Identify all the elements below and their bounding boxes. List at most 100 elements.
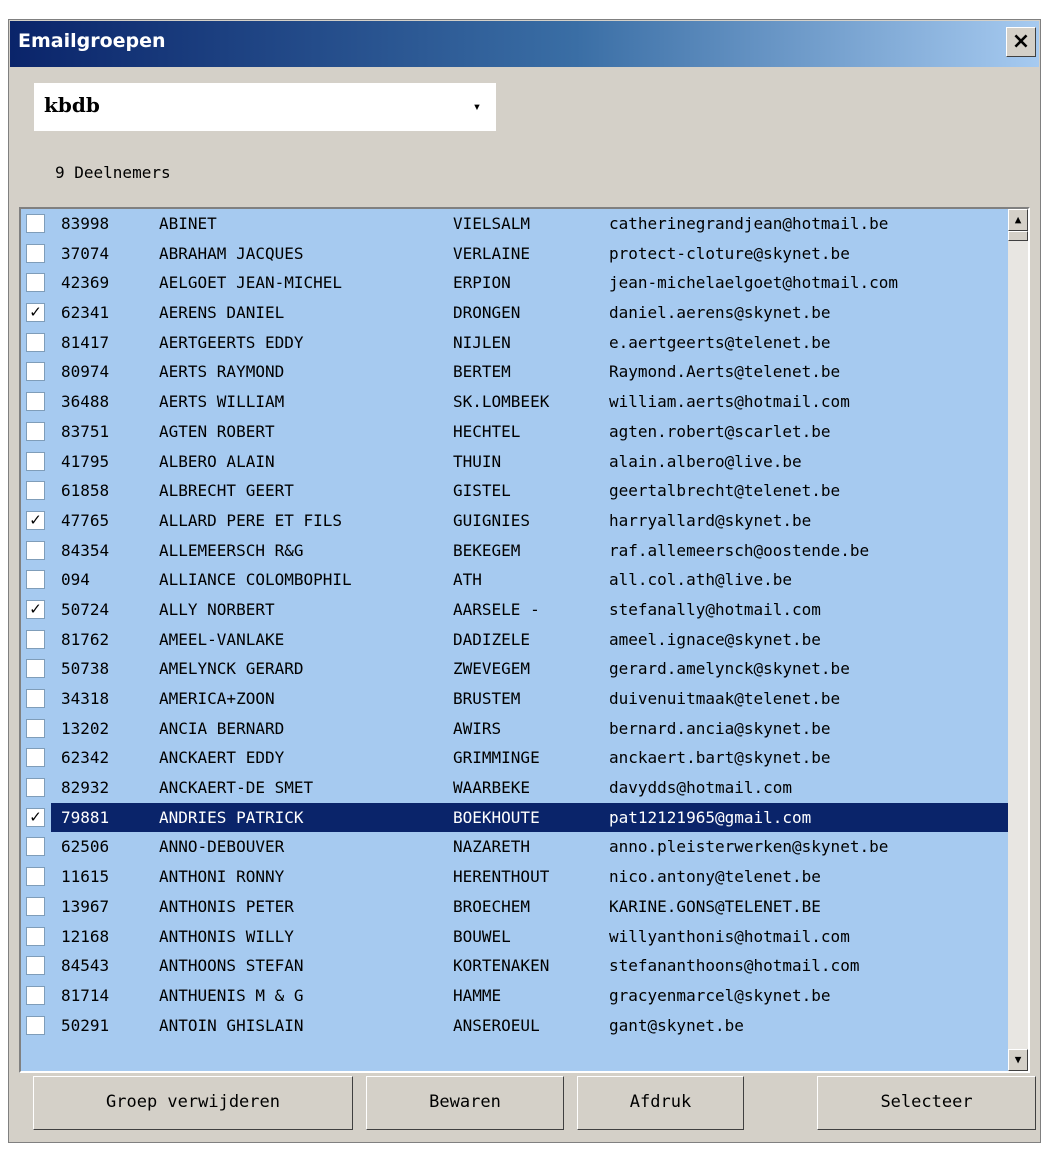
participant-number: 79881 [61, 807, 110, 827]
participant-row[interactable]: 13967 ANTHONIS PETER BROECHEM KARINE.GONS@T… [21, 892, 1008, 922]
participant-row[interactable]: 81417 AERTGEERTS EDDY NIJLEN e.aertgeerts@t… [21, 328, 1008, 358]
participant-row[interactable]: 84543 ANTHOONS STEFAN KORTENAKEN stefananth… [21, 951, 1008, 981]
participant-email: anckaert.bart@skynet.be [609, 748, 831, 768]
participant-town: AWIRS [453, 718, 502, 738]
participant-email: Raymond.Aerts@telenet.be [609, 362, 841, 382]
participant-row[interactable]: 84354 ALLEMEERSCH R&G BEKEGEM raf.allemeers… [21, 536, 1008, 566]
participant-row[interactable]: 34318 AMERICA+ZOON BRUSTEM duivenuitmaak@te… [21, 684, 1008, 714]
participant-checkbox[interactable]: ✓ [26, 510, 45, 530]
participant-row[interactable]: 62342 ANCKAERT EDDY GRIMMINGE anckaert.bart… [21, 743, 1008, 773]
scroll-up-icon[interactable]: ▲ [1008, 209, 1028, 231]
participant-number: 12168 [61, 926, 110, 946]
delete-group-button[interactable]: Groep verwijderen [33, 1076, 353, 1130]
participant-checkbox[interactable] [26, 540, 45, 560]
participant-row[interactable]: 11615 ANTHONI RONNY HERENTHOUT nico.antony@… [21, 862, 1008, 892]
participant-checkbox[interactable] [26, 392, 45, 412]
participant-checkbox[interactable] [26, 421, 45, 441]
participant-row[interactable]: 36488 AERTS WILLIAM SK.LOMBEEK william.aert… [21, 387, 1008, 417]
participant-row[interactable]: ✓ 79881 ANDRIES PATRICK BOEKHOUTE pat1212196… [21, 802, 1008, 833]
participant-checkbox[interactable] [26, 689, 45, 708]
participant-row[interactable]: 62506 ANNO-DEBOUVER NAZARETH anno.pleisterw… [21, 832, 1008, 862]
scroll-thumb[interactable] [1008, 231, 1028, 241]
participant-row[interactable]: 41795 ALBERO ALAIN THUIN alain.albero@live.… [21, 447, 1008, 477]
participant-name: AGTEN ROBERT [159, 421, 275, 441]
print-button[interactable]: Afdruk [577, 1076, 744, 1130]
save-button[interactable]: Bewaren [366, 1076, 564, 1130]
participant-email: protect-cloture@skynet.be [609, 243, 850, 263]
participant-town: DADIZELE [453, 629, 531, 649]
close-icon[interactable]: × [1006, 27, 1036, 57]
participant-row[interactable]: 61858 ALBRECHT GEERT GISTEL geertalbrecht@t… [21, 476, 1008, 506]
participant-checkbox[interactable] [26, 926, 45, 946]
scroll-down-icon[interactable]: ▼ [1008, 1049, 1028, 1071]
participant-row[interactable]: 50291 ANTOIN GHISLAIN ANSEROEUL gant@skynet… [21, 1011, 1008, 1041]
participant-checkbox[interactable] [26, 481, 45, 501]
participant-row[interactable]: 50738 AMELYNCK GERARD ZWEVEGEM gerard.amely… [21, 654, 1008, 684]
participant-row[interactable]: 81762 AMEEL-VANLAKE DADIZELE ameel.ignace@s… [21, 625, 1008, 655]
participant-checkbox[interactable] [26, 273, 45, 293]
participant-checkbox[interactable] [26, 718, 45, 738]
participant-row[interactable]: 82932 ANCKAERT-DE SMET WAARBEKE davydds@hot… [21, 773, 1008, 803]
participant-row[interactable]: 12168 ANTHONIS WILLY BOUWEL willyanthonis@h… [21, 922, 1008, 952]
participant-name: ANTHOONS STEFAN [159, 956, 304, 976]
participant-email: daniel.aerens@skynet.be [609, 303, 831, 323]
participant-row[interactable]: ✓ 47765 ALLARD PERE ET FILS GUIGNIES harryal… [21, 506, 1008, 536]
participant-checkbox[interactable]: ✓ [26, 303, 45, 323]
participant-checkbox[interactable] [26, 243, 45, 263]
participant-town: BOEKHOUTE [453, 807, 540, 827]
participant-email: stefanally@hotmail.com [609, 599, 821, 619]
participant-number: 81762 [61, 629, 110, 649]
participant-row[interactable]: 094 ALLIANCE COLOMBOPHIL ATH all.col.ath@li… [21, 565, 1008, 595]
participant-number: 13967 [61, 896, 110, 916]
participant-email: stefananthoons@hotmail.com [609, 956, 860, 976]
participant-row[interactable]: 80974 AERTS RAYMOND BERTEM Raymond.Aerts@te… [21, 357, 1008, 387]
participant-checkbox[interactable]: ✓ [26, 807, 45, 827]
participant-town: GUIGNIES [453, 510, 531, 530]
participant-row[interactable]: 83998 ABINET VIELSALM catherinegrandjean@ho… [21, 209, 1008, 239]
participant-number: 82932 [61, 778, 110, 798]
participant-checkbox[interactable] [26, 1015, 45, 1035]
participant-town: HERENTHOUT [453, 867, 550, 887]
participant-name: ALLARD PERE ET FILS [159, 510, 343, 530]
participant-name: ABINET [159, 214, 217, 233]
participant-checkbox[interactable] [26, 867, 45, 887]
participant-row[interactable]: ✓ 62341 AERENS DANIEL DRONGEN daniel.aerens@… [21, 298, 1008, 328]
participant-row[interactable]: 42369 AELGOET JEAN-MICHEL ERPION jean-miche… [21, 268, 1008, 298]
participant-checkbox[interactable] [26, 629, 45, 649]
participant-checkbox[interactable] [26, 778, 45, 798]
title-bar[interactable]: Emailgroepen × [10, 21, 1039, 67]
participant-checkbox[interactable] [26, 362, 45, 382]
participant-checkbox[interactable] [26, 659, 45, 679]
participant-row[interactable]: 13202 ANCIA BERNARD AWIRS bernard.ancia@sky… [21, 714, 1008, 744]
participant-checkbox[interactable] [26, 451, 45, 471]
participant-checkbox[interactable] [26, 985, 45, 1005]
participant-name: ANCKAERT EDDY [159, 748, 285, 768]
participant-row[interactable]: 37074 ABRAHAM JACQUES VERLAINE protect-clot… [21, 239, 1008, 269]
participant-checkbox[interactable] [26, 837, 45, 857]
group-select-value: kbdb [44, 93, 100, 117]
participant-town: GISTEL [453, 481, 511, 501]
vertical-scrollbar[interactable]: ▲ ▼ [1008, 209, 1028, 1071]
participant-checkbox[interactable] [26, 570, 45, 590]
participant-number: 34318 [61, 689, 110, 708]
participant-town: HAMME [453, 985, 502, 1005]
participant-name: ALLIANCE COLOMBOPHIL [159, 570, 352, 590]
participant-checkbox[interactable] [26, 896, 45, 916]
chevron-down-icon[interactable]: ▾ [462, 89, 492, 125]
participant-number: 13202 [61, 718, 110, 738]
participant-row[interactable]: 81714 ANTHUENIS M & G HAMME gracyenmarcel@s… [21, 981, 1008, 1011]
participant-checkbox[interactable] [26, 214, 45, 233]
participant-town: BRUSTEM [453, 689, 521, 708]
participant-number: 61858 [61, 481, 110, 501]
group-select[interactable]: kbdb ▾ [34, 83, 496, 131]
participant-number: 47765 [61, 510, 110, 530]
participant-checkbox[interactable]: ✓ [26, 599, 45, 619]
participant-list[interactable]: 83998 ABINET VIELSALM catherinegrandjean@ho… [19, 207, 1030, 1073]
participant-checkbox[interactable] [26, 956, 45, 976]
select-button[interactable]: Selecteer [817, 1076, 1036, 1130]
participant-row[interactable]: ✓ 50724 ALLY NORBERT AARSELE - stefanally@ho… [21, 595, 1008, 625]
participant-checkbox[interactable] [26, 748, 45, 768]
participant-row[interactable]: 83751 AGTEN ROBERT HECHTEL agten.robert@sca… [21, 417, 1008, 447]
participant-name: AMELYNCK GERARD [159, 659, 304, 679]
participant-checkbox[interactable] [26, 332, 45, 352]
